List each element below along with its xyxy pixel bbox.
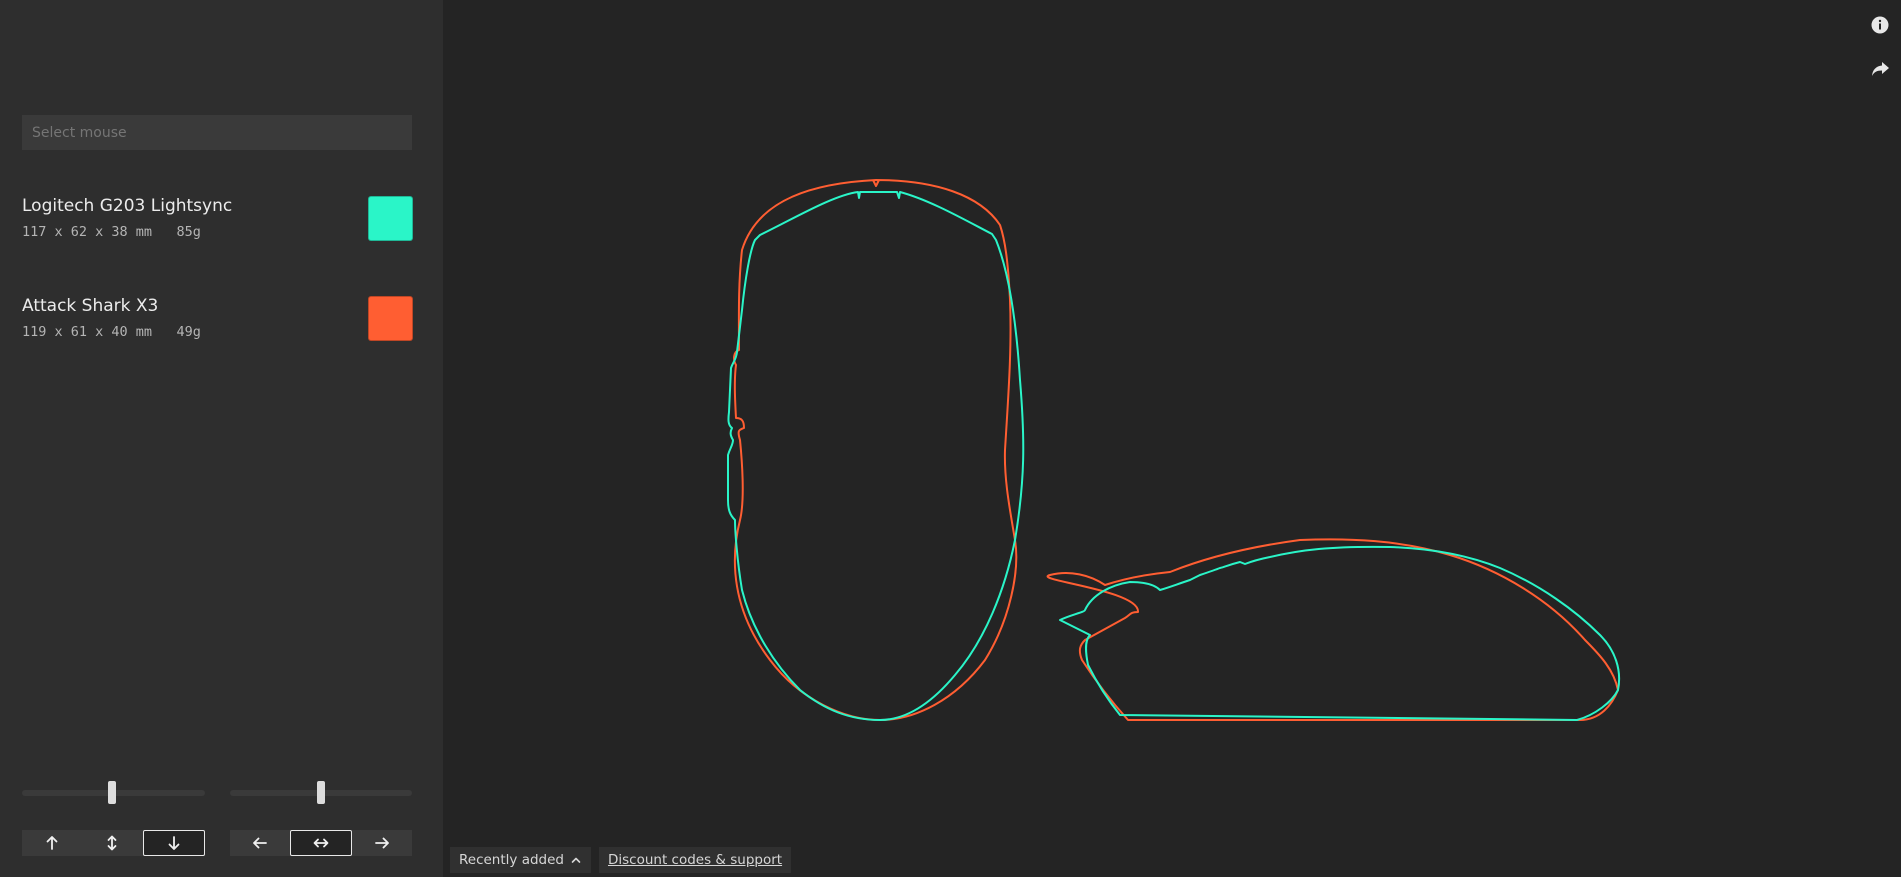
arrow-up-icon (46, 836, 58, 850)
info-button[interactable] (1869, 14, 1891, 36)
mouse-weight: 49g (176, 324, 201, 340)
discount-support-link[interactable]: Discount codes & support (598, 847, 792, 873)
mouse-name: Attack Shark X3 (22, 296, 159, 316)
arrow-left-right-icon (313, 838, 329, 848)
horizontal-offset-slider[interactable] (230, 781, 412, 804)
mouse-dimensions: 117 x 62 x 38 mm (22, 224, 153, 240)
mouse-outlines (727, 179, 1620, 721)
comparison-canvas: Recently added Discount codes & support (443, 0, 1901, 877)
mouse-specs: 117 x 62 x 38 mm 85g (22, 224, 201, 240)
slider-thumb[interactable] (108, 781, 116, 804)
vertical-offset-slider[interactable] (22, 781, 205, 804)
sidebar: Logitech G203 Lightsync 117 x 62 x 38 mm… (0, 0, 443, 877)
mouse-item-attack-shark-x3[interactable]: Attack Shark X3 119 x 61 x 40 mm 49g (22, 296, 413, 342)
sort-dropdown[interactable]: Recently added (450, 847, 591, 873)
arrow-right-icon (375, 837, 389, 849)
side-view-outline-logitech (1059, 545, 1620, 721)
mouse-weight: 85g (176, 224, 201, 240)
sort-label: Recently added (459, 852, 564, 868)
color-swatch[interactable] (368, 296, 413, 341)
top-view-outline-logitech (727, 191, 1025, 721)
mouse-specs: 119 x 61 x 40 mm 49g (22, 324, 201, 340)
slider-thumb[interactable] (317, 781, 325, 804)
align-bottom-button[interactable] (142, 830, 205, 856)
support-link-text: Discount codes & support (607, 852, 783, 868)
mouse-name: Logitech G203 Lightsync (22, 196, 233, 216)
vertical-align-group (22, 830, 205, 856)
mouse-item-logitech-g203[interactable]: Logitech G203 Lightsync 117 x 62 x 38 mm… (22, 196, 413, 242)
align-right-button[interactable] (352, 830, 412, 856)
align-center-horizontal-button[interactable] (290, 830, 352, 856)
top-view-outline-attack-shark (733, 179, 1018, 721)
horizontal-align-group (230, 830, 412, 856)
side-view-outline-attack-shark (1046, 538, 1619, 721)
align-left-button[interactable] (230, 830, 290, 856)
arrow-down-icon (168, 836, 180, 850)
info-icon (1871, 16, 1889, 34)
arrow-left-icon (253, 837, 267, 849)
share-button[interactable] (1869, 58, 1891, 80)
align-top-button[interactable] (22, 830, 82, 856)
mouse-dimensions: 119 x 61 x 40 mm (22, 324, 153, 340)
footer-bar: Recently added Discount codes & support (450, 847, 799, 873)
color-swatch[interactable] (368, 196, 413, 241)
chevron-up-icon (571, 857, 581, 863)
share-icon (1872, 62, 1889, 76)
arrow-up-down-icon (108, 835, 117, 851)
align-center-vertical-button[interactable] (82, 830, 142, 856)
select-mouse-input[interactable] (22, 115, 412, 150)
